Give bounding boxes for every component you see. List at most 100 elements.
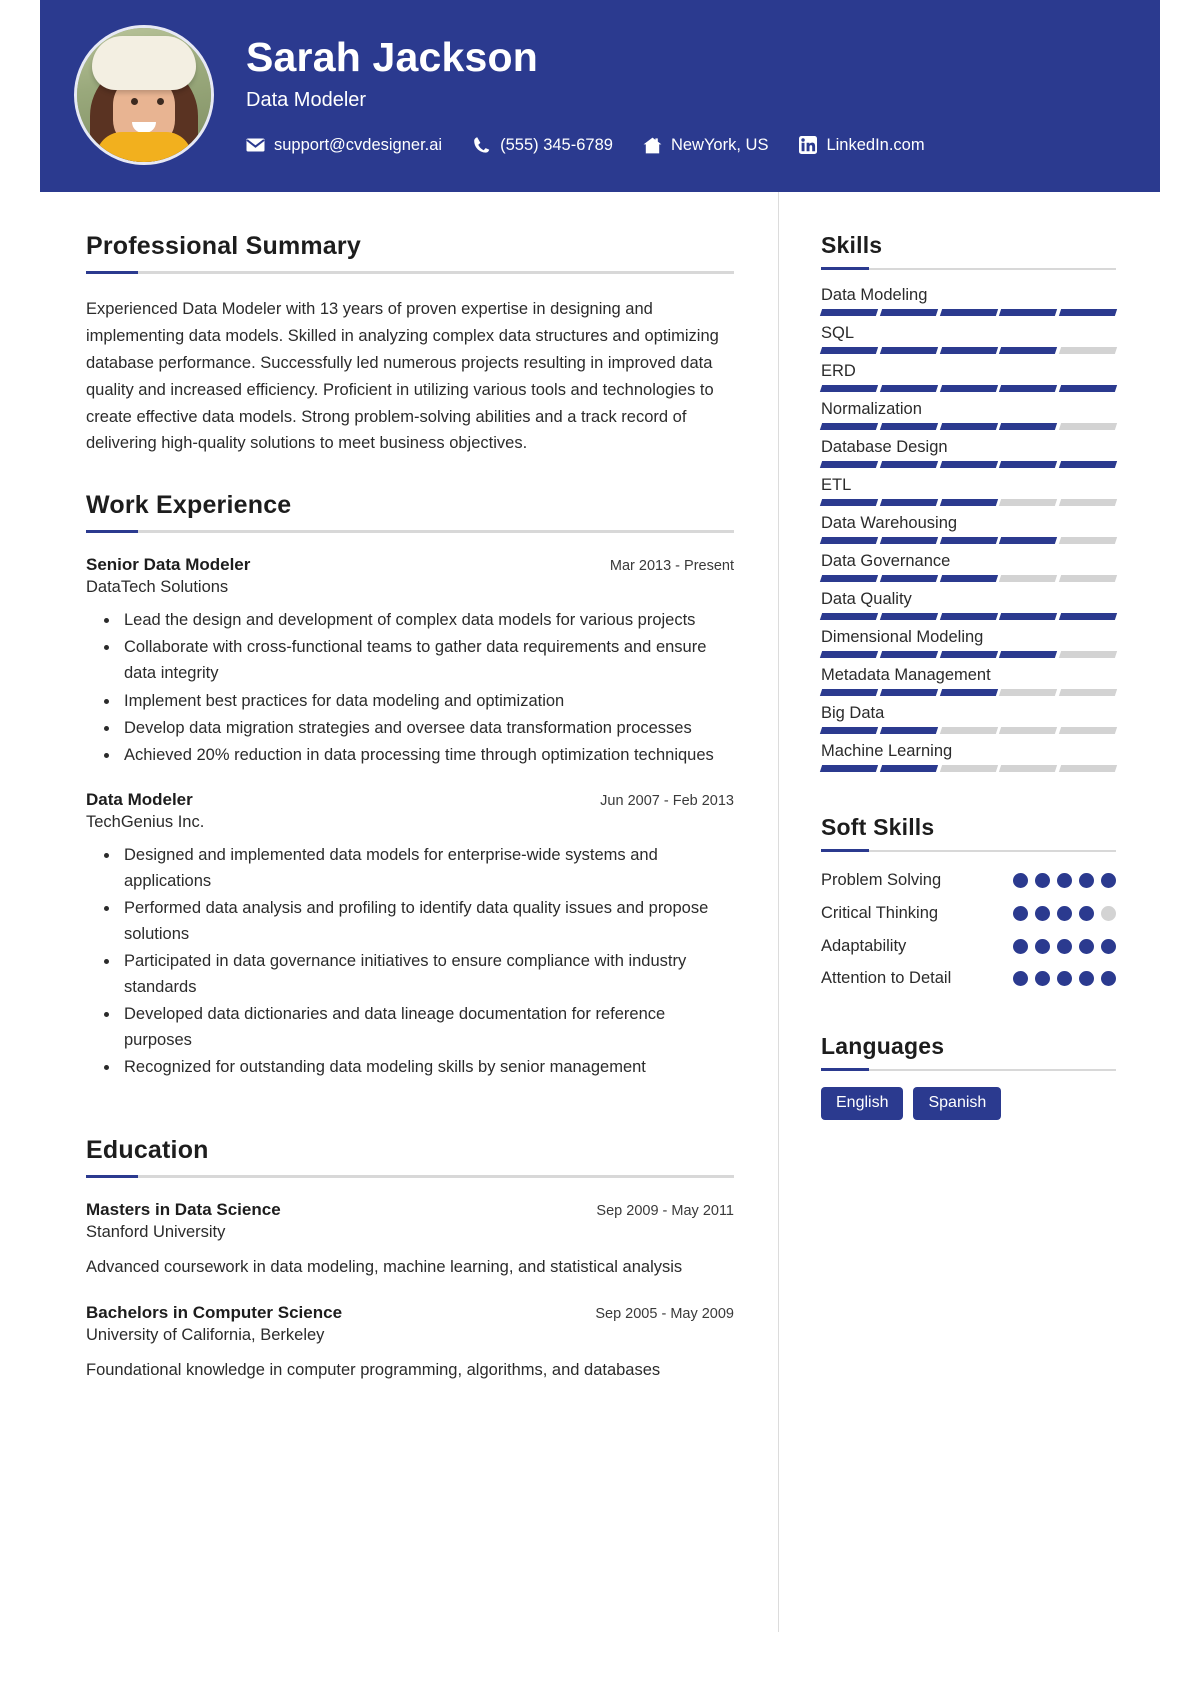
skill-level-segment: [1059, 727, 1118, 734]
rating-dot: [1101, 971, 1116, 987]
skill-level-segment: [879, 461, 938, 468]
skill-level-segment: [819, 651, 878, 658]
skill-label: SQL: [821, 324, 855, 342]
section-rule: [821, 849, 1116, 852]
soft-skill-item: Attention to Detail: [821, 966, 1116, 991]
skills-list: Data Modeling SQL ERD Normalization Database…: [819, 286, 1118, 772]
header-text-block: Sarah Jackson Data Modeler support@cvdes…: [246, 35, 1126, 155]
contact-location-text: NewYork, US: [670, 135, 769, 154]
skill-level-segment: [999, 423, 1058, 430]
skill-level-segment: [879, 347, 938, 354]
contact-linkedin[interactable]: LinkedIn.com: [798, 136, 925, 155]
skill-level-segment: [999, 499, 1058, 506]
section-title-soft-skills: Soft Skills: [821, 814, 935, 840]
section-professional-summary: Professional Summary Experienced Data Mo…: [86, 232, 734, 457]
skill-level-bar: [819, 765, 1118, 772]
skill-level-segment: [939, 423, 998, 430]
education-item: Bachelors in Computer Science Sep 2005 -…: [86, 1303, 734, 1383]
skill-level-segment: [879, 689, 938, 696]
skill-level-segment: [999, 347, 1058, 354]
skill-level-segment: [879, 651, 938, 658]
soft-skill-rating: [1013, 966, 1116, 987]
main-column: Professional Summary Experienced Data Mo…: [40, 192, 778, 1632]
skill-label: Data Modeling: [821, 286, 928, 304]
contact-email-text: support@cvdesigner.ai: [274, 135, 443, 154]
skill-level-segment: [999, 575, 1058, 582]
list-item: Performed data analysis and profiling to…: [120, 895, 734, 947]
rating-dot: [1013, 873, 1028, 888]
skill-level-segment: [819, 765, 878, 772]
contact-email[interactable]: support@cvdesigner.ai: [246, 136, 442, 155]
skill-item: Dimensional Modeling: [819, 628, 1118, 658]
skill-level-bar: [819, 537, 1118, 544]
experience-company: TechGenius Inc.: [86, 812, 205, 831]
section-rule: [86, 530, 734, 534]
section-skills: Skills Data Modeling SQL ERD Normalization D…: [819, 232, 1118, 772]
soft-skill-label: Adaptability: [821, 936, 907, 955]
sidebar-column: Skills Data Modeling SQL ERD Normalization D…: [778, 192, 1160, 1632]
avatar-hat: [92, 36, 196, 90]
phone-icon: [472, 136, 491, 155]
skill-label: Data Quality: [821, 590, 912, 608]
experience-bullets: Designed and implemented data models for…: [86, 842, 734, 1081]
list-item: Implement best practices for data modeli…: [120, 688, 734, 714]
education-description: Foundational knowledge in computer progr…: [86, 1360, 661, 1379]
skill-level-segment: [819, 689, 878, 696]
skill-item: Data Quality: [819, 590, 1118, 620]
skill-level-segment: [819, 385, 878, 392]
rating-dot: [1035, 873, 1050, 888]
rating-dot: [1013, 905, 1028, 921]
rating-dot: [1057, 905, 1072, 921]
list-item: Lead the design and development of compl…: [120, 607, 734, 633]
skill-level-segment: [999, 461, 1058, 468]
skill-level-segment: [939, 499, 998, 506]
education-description: Advanced coursework in data modeling, ma…: [86, 1258, 683, 1277]
avatar-shirt: [96, 132, 192, 162]
skill-level-segment: [819, 423, 878, 430]
contact-location[interactable]: NewYork, US: [643, 135, 769, 155]
rating-dot: [1035, 938, 1050, 954]
rating-dot: [1035, 905, 1050, 921]
skill-level-segment: [999, 689, 1058, 696]
skill-item: ERD: [819, 362, 1118, 392]
skill-level-bar: [819, 385, 1118, 392]
skill-level-segment: [939, 575, 998, 582]
section-soft-skills: Soft Skills Problem Solving Critical Thin…: [821, 814, 1116, 991]
rating-dot: [1079, 971, 1094, 987]
avatar: [74, 25, 214, 165]
skill-level-segment: [939, 727, 998, 734]
skill-item: Database Design: [819, 438, 1118, 468]
experience-job-title: Data Modeler: [86, 789, 193, 809]
skill-level-segment: [999, 309, 1058, 316]
skill-level-segment: [1059, 689, 1118, 696]
skill-level-segment: [879, 423, 938, 430]
experience-item-header: Data Modeler Jun 2007 - Feb 2013: [86, 790, 734, 810]
experience-item: Senior Data Modeler Mar 2013 - Present D…: [86, 555, 734, 767]
rating-dot: [1057, 971, 1072, 987]
skill-level-segment: [999, 613, 1058, 620]
skill-label: ERD: [821, 362, 856, 380]
home-icon: [643, 136, 662, 155]
experience-date: Mar 2013 - Present: [609, 558, 734, 575]
skill-label: ETL: [821, 476, 852, 494]
skill-label: Normalization: [821, 400, 922, 418]
avatar-eye-left: [131, 98, 138, 105]
skill-level-segment: [1059, 309, 1118, 316]
skill-level-bar: [819, 499, 1118, 506]
rating-dot: [1079, 905, 1094, 921]
skill-level-segment: [939, 385, 998, 392]
skill-label: Machine Learning: [821, 742, 953, 760]
skill-level-segment: [1059, 385, 1118, 392]
experience-bullets: Lead the design and development of compl…: [86, 607, 734, 767]
language-pill: Spanish: [913, 1087, 1002, 1120]
envelope-icon: [246, 136, 265, 155]
rating-dot: [1079, 938, 1094, 954]
skill-level-segment: [819, 499, 878, 506]
contact-phone[interactable]: (555) 345-6789: [472, 136, 613, 155]
skill-level-segment: [879, 309, 938, 316]
skill-level-segment: [939, 689, 998, 696]
section-education: Education Masters in Data Science Sep 20…: [86, 1136, 734, 1383]
